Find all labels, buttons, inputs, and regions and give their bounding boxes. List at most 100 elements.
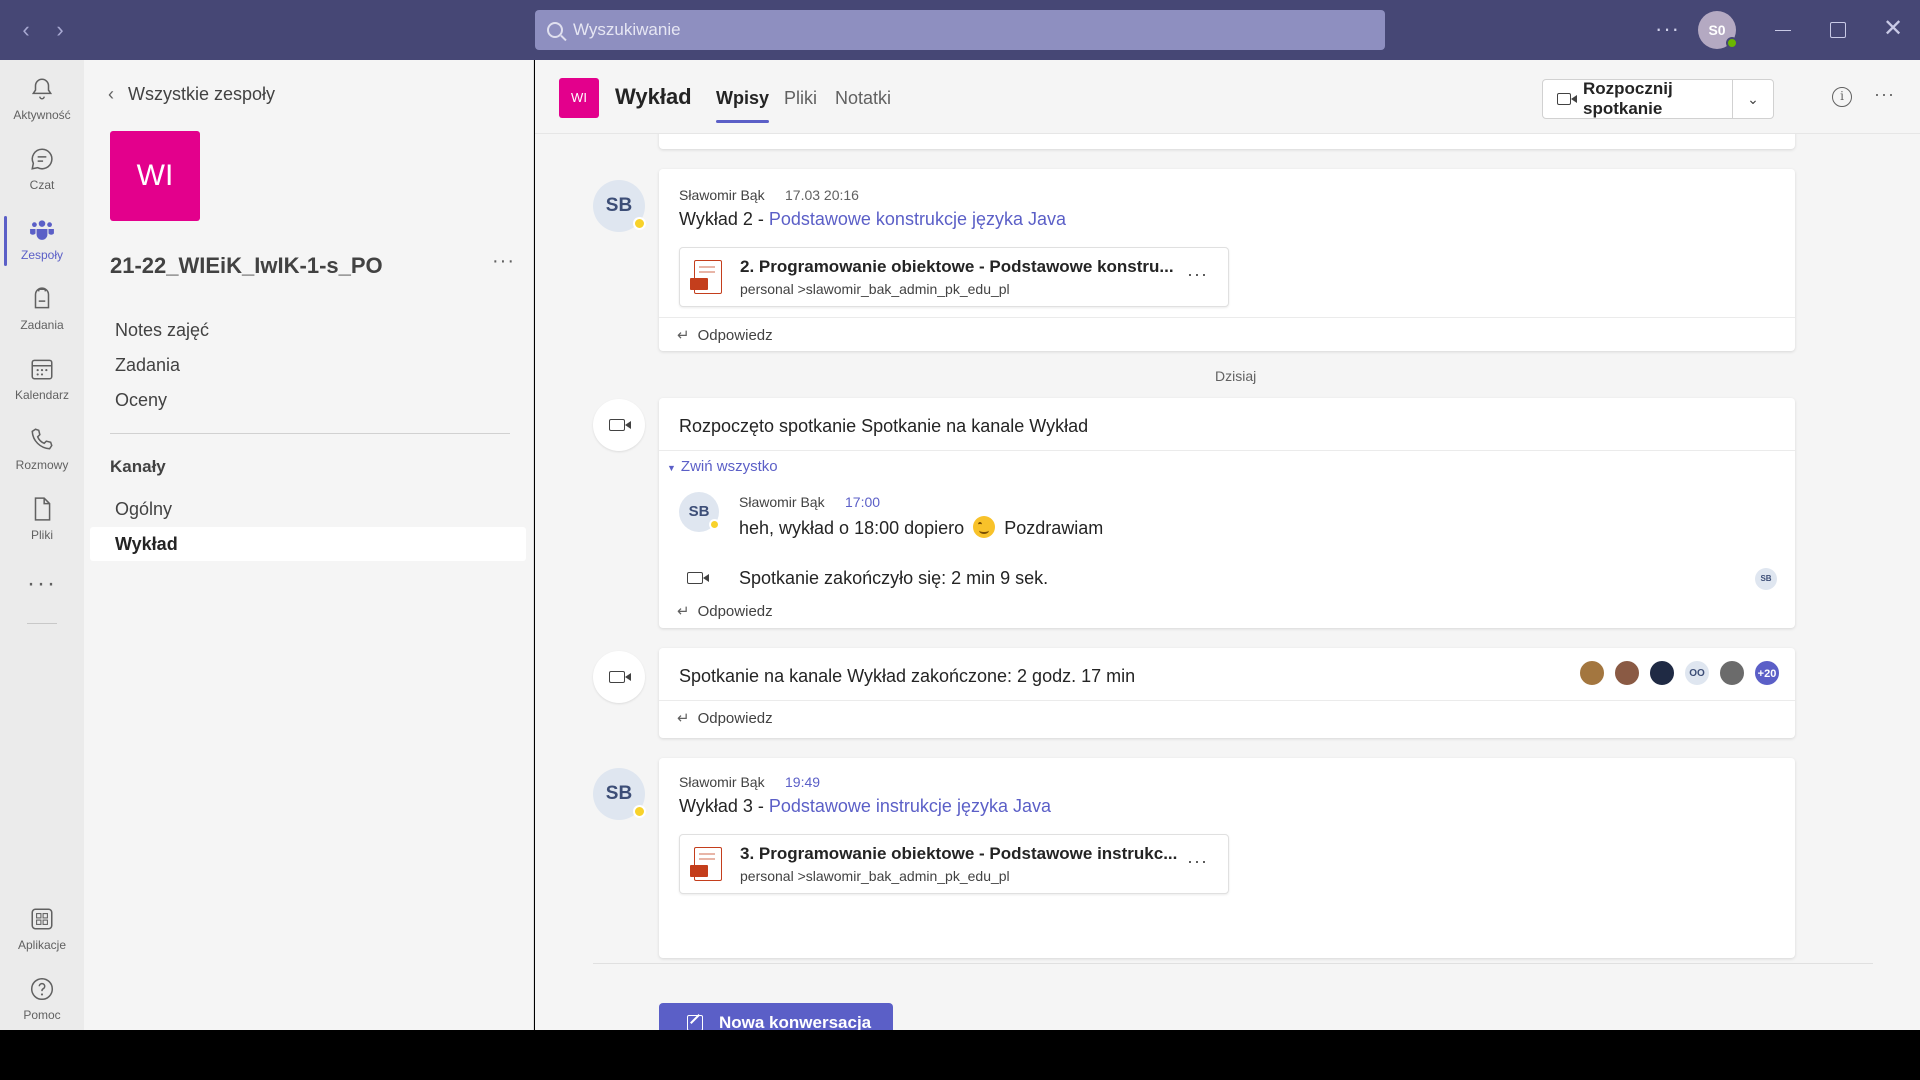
day-divider: Dzisiaj xyxy=(1207,368,1265,384)
reply-row: ↵ Odpowiedz xyxy=(659,700,1795,734)
post-card-partial xyxy=(659,134,1795,149)
rail-item-label: Czat xyxy=(29,178,55,192)
post-timestamp: 19:49 xyxy=(785,774,821,790)
start-meeting-main[interactable]: Rozpocznij spotkanie xyxy=(1543,79,1733,118)
reply-row: ↵ Odpowiedz xyxy=(659,594,1795,628)
rail-item-activity[interactable]: Aktywność xyxy=(0,68,84,132)
rail-item-chat[interactable]: Czat xyxy=(0,138,84,202)
team-logo: WI xyxy=(110,131,200,221)
rail-item-calendar[interactable]: Kalendarz xyxy=(0,348,84,412)
presence-away-icon xyxy=(709,519,720,530)
profile-avatar[interactable]: S0 xyxy=(1698,11,1738,49)
participants-overflow-badge[interactable]: +20 xyxy=(1754,660,1780,686)
team-panel: ‹ Wszystkie zespoły WI 21-22_WIEiK_IwIK-… xyxy=(84,60,534,1030)
participant-avatar[interactable] xyxy=(1719,660,1745,686)
chevron-left-icon: ‹ xyxy=(108,84,114,104)
file-attachment[interactable]: 3. Programowanie obiektowe - Podstawowe … xyxy=(679,834,1229,894)
post-card: Sławomir Bąk 17.03 20:16 Wykład 2 - Pods… xyxy=(659,169,1795,351)
reply-label: Odpowiedz xyxy=(697,603,773,620)
reply-text: heh, wykład o 18:00 dopiero Pozdrawiam xyxy=(739,516,1103,539)
close-button[interactable]: ✕ xyxy=(1878,14,1908,44)
tab-posts[interactable]: Wpisy xyxy=(716,88,770,123)
file-title: 3. Programowanie obiektowe - Podstawowe … xyxy=(740,844,1178,863)
meeting-icon-badge xyxy=(593,399,645,451)
participant-avatar[interactable] xyxy=(1614,660,1640,686)
avatar[interactable]: SB xyxy=(593,768,646,820)
rail-item-help[interactable]: Pomoc xyxy=(0,968,84,1032)
presence-available-icon xyxy=(1726,37,1738,49)
reply-button[interactable]: ↵ Odpowiedz xyxy=(677,709,773,727)
smile-emoji-icon xyxy=(973,516,996,538)
post-link[interactable]: Podstawowe instrukcje języka Java xyxy=(769,796,1051,816)
post-author: Sławomir Bąk xyxy=(679,187,765,203)
file-more-icon[interactable]: ··· xyxy=(1187,851,1208,872)
team-link-assignments[interactable]: Zadania xyxy=(115,355,180,376)
info-icon[interactable]: i xyxy=(1832,87,1852,107)
participant-avatar[interactable] xyxy=(1579,660,1605,686)
team-name: 21-22_WIEiK_IwIK-1-s_PO xyxy=(110,253,383,278)
search-input[interactable] xyxy=(573,20,1353,40)
titlebar-more-icon[interactable]: ··· xyxy=(1655,16,1680,42)
rail-item-calls[interactable]: Rozmowy xyxy=(0,418,84,482)
file-attachment[interactable]: 2. Programowanie obiektowe - Podstawowe … xyxy=(679,247,1229,307)
rail-item-label: Aktywność xyxy=(13,108,71,122)
reply-label: Odpowiedz xyxy=(697,327,773,344)
meeting-divider xyxy=(659,450,1795,451)
file-path: personal >slawomir_bak_admin_pk_edu_pl xyxy=(740,868,1010,884)
rail-item-label: Aplikacje xyxy=(17,938,67,952)
rail-item-teams[interactable]: Zespoły xyxy=(0,208,84,272)
video-camera-icon xyxy=(609,671,631,683)
participant-avatar[interactable]: SB xyxy=(1755,568,1777,590)
chat-icon xyxy=(31,148,53,170)
avatar[interactable]: SB xyxy=(679,492,720,532)
maximize-button[interactable] xyxy=(1823,14,1853,44)
rail-item-label: Zespoły xyxy=(20,248,64,262)
post-link[interactable]: Podstawowe konstrukcje języka Java xyxy=(769,209,1066,229)
post-author: Sławomir Bąk xyxy=(679,774,765,790)
tab-notes[interactable]: Notatki xyxy=(835,88,891,109)
team-link-class-notebook[interactable]: Notes zajęć xyxy=(115,320,209,341)
rail-item-assignments[interactable]: Zadania xyxy=(0,278,84,342)
back-arrow-icon[interactable]: ‹ xyxy=(14,18,38,42)
calendar-icon xyxy=(31,359,53,380)
file-more-icon[interactable]: ··· xyxy=(1187,264,1208,285)
post-text: Wykład 3 - Podstawowe instrukcje języka … xyxy=(679,796,1051,817)
tab-files[interactable]: Pliki xyxy=(784,88,817,109)
video-camera-icon xyxy=(687,572,709,584)
avatar[interactable]: SB xyxy=(593,180,646,232)
rail-item-apps[interactable]: Aplikacje xyxy=(0,898,84,962)
rail-more-icon[interactable]: ··· xyxy=(0,570,84,598)
participant-avatar[interactable] xyxy=(1649,660,1675,686)
team-more-icon[interactable]: ··· xyxy=(492,250,515,273)
channel-title: Wykład xyxy=(615,84,692,109)
reply-button[interactable]: ↵ Odpowiedz xyxy=(677,326,773,344)
channel-more-icon[interactable]: ··· xyxy=(1874,84,1895,105)
avatar-initials: SB xyxy=(688,503,710,520)
profile-initials: S0 xyxy=(1708,22,1726,38)
all-teams-link[interactable]: ‹ Wszystkie zespoły xyxy=(108,84,275,105)
forward-arrow-icon[interactable]: › xyxy=(48,18,72,42)
meeting-ended-text: Spotkanie zakończyło się: 2 min 9 sek. xyxy=(739,568,1049,588)
reply-button[interactable]: ↵ Odpowiedz xyxy=(677,602,773,620)
channel-lecture[interactable]: Wykład xyxy=(90,527,526,561)
search-bar[interactable] xyxy=(535,10,1385,50)
team-link-grades[interactable]: Oceny xyxy=(115,390,167,411)
reply-text-a: heh, wykład o 18:00 dopiero xyxy=(739,518,965,538)
video-camera-icon xyxy=(609,419,631,431)
assignments-icon xyxy=(34,287,50,309)
rail-item-label: Pliki xyxy=(30,528,53,542)
reply-arrow-icon: ↵ xyxy=(677,603,690,620)
rail-item-files[interactable]: Pliki xyxy=(0,488,84,552)
minimize-button[interactable] xyxy=(1768,14,1798,44)
collapse-all-button[interactable]: ▼ Zwiń wszystko xyxy=(667,458,778,475)
meeting-card: Rozpoczęto spotkanie Spotkanie na kanale… xyxy=(659,398,1795,628)
team-panel-divider xyxy=(110,433,510,434)
chevron-down-icon[interactable]: ⌄ xyxy=(1733,91,1773,108)
apps-icon xyxy=(31,908,53,930)
screen-bottom-strip xyxy=(0,1030,1920,1080)
channel-general[interactable]: Ogólny xyxy=(90,492,526,526)
start-meeting-button[interactable]: Rozpocznij spotkanie ⌄ xyxy=(1542,79,1774,119)
video-camera-icon xyxy=(1557,93,1577,105)
avatar-initials: SB xyxy=(605,783,633,804)
participant-avatar[interactable]: OO xyxy=(1684,660,1710,686)
